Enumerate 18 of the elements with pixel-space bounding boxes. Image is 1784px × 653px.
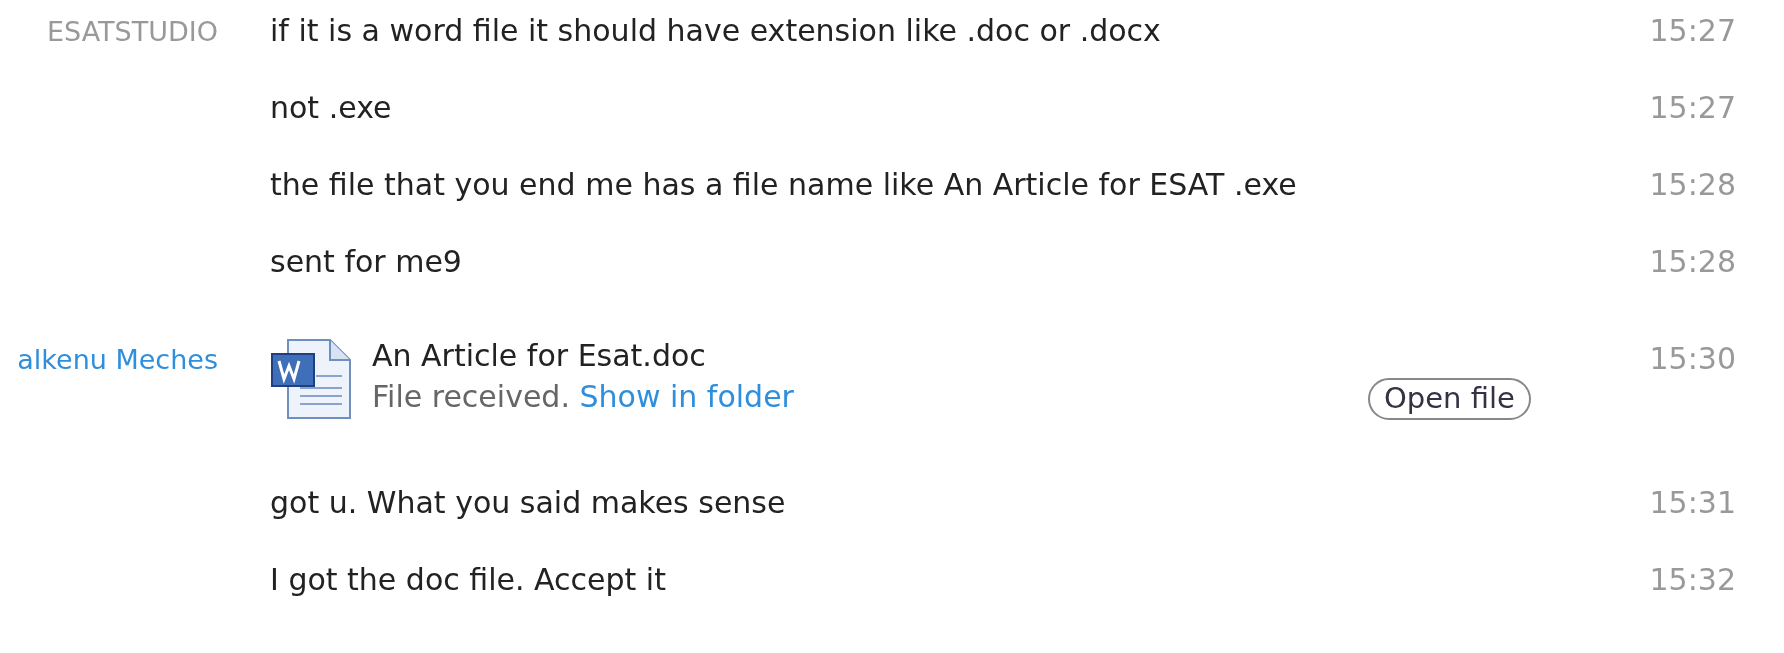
- message-time: 15:28: [1649, 167, 1736, 202]
- message-time: 15:30: [1649, 341, 1736, 376]
- message-text: not .exe: [270, 89, 393, 127]
- sender-name: ESATSTUDIO: [47, 16, 218, 47]
- message-time: 15:28: [1649, 244, 1736, 279]
- file-name: An Article for Esat.doc: [372, 337, 707, 375]
- message-time: 15:27: [1649, 90, 1736, 125]
- message-text: got u. What you said makes sense: [270, 484, 787, 522]
- message-time: 15:31: [1649, 485, 1736, 520]
- sender-name: alkenu Meches: [17, 344, 218, 375]
- open-file-button[interactable]: Open file: [1368, 378, 1531, 420]
- message-time: 15:27: [1649, 13, 1736, 48]
- message-text: the file that you end me has a file name like An Article for ESAT .exe: [270, 166, 1298, 204]
- message-text: sent for me9: [270, 243, 463, 281]
- status-text: File received.: [372, 378, 571, 414]
- message-text: I got the doc file. Accept it: [270, 561, 667, 599]
- message-time: 15:32: [1649, 562, 1736, 597]
- message-text: if it is a word file it should have extension like .doc or .docx: [270, 12, 1162, 50]
